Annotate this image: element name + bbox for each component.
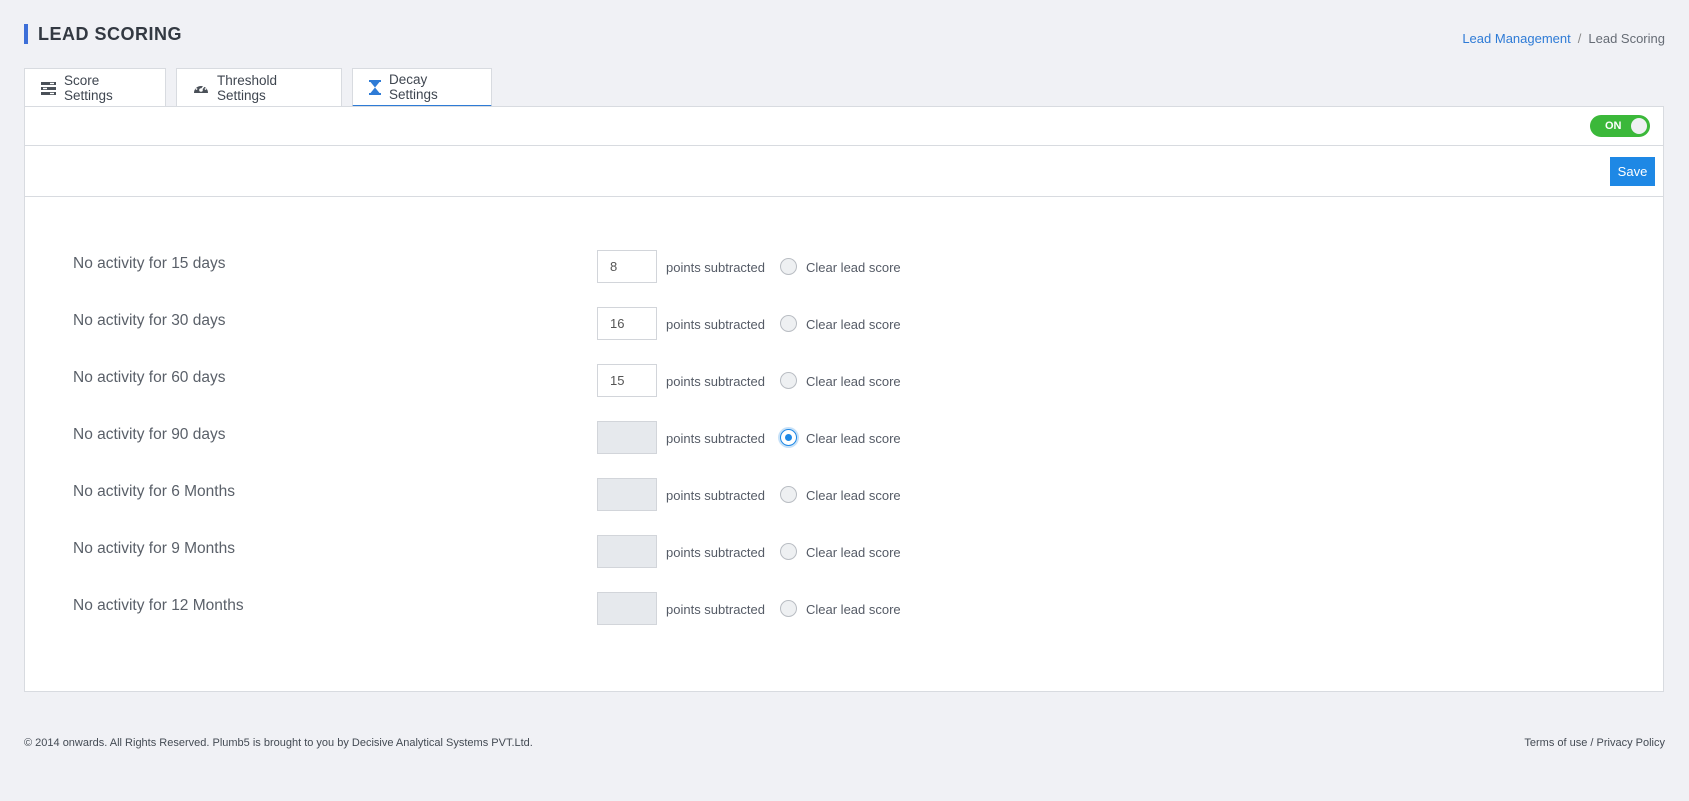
settings-tabs: Score Settings Threshold Settings Decay …: [24, 68, 502, 107]
rule-label: No activity for 60 days: [73, 369, 226, 386]
clear-lead-score-radio[interactable]: [780, 600, 797, 617]
clear-lead-score-label[interactable]: Clear lead score: [806, 545, 901, 560]
points-subtracted-label: points subtracted: [666, 545, 766, 560]
decay-enabled-toggle[interactable]: ON: [1590, 115, 1650, 137]
points-subtracted-label: points subtracted: [666, 488, 766, 503]
clear-lead-score-radio[interactable]: [780, 315, 797, 332]
hourglass-icon: [369, 79, 381, 95]
points-input[interactable]: [597, 307, 657, 340]
clear-lead-score-label[interactable]: Clear lead score: [806, 260, 901, 275]
tab-label: Threshold Settings: [217, 73, 278, 103]
terms-of-use-link[interactable]: Terms of use: [1524, 737, 1587, 749]
list-settings-icon: [41, 81, 56, 95]
save-button[interactable]: Save: [1610, 157, 1655, 186]
clear-lead-score-label[interactable]: Clear lead score: [806, 431, 901, 446]
decay-rule-row: No activity for 15 days points subtracte…: [25, 250, 1663, 284]
breadcrumb: Lead Management / Lead Scoring: [1462, 31, 1665, 47]
decay-rule-row: No activity for 12 Months points subtrac…: [25, 592, 1663, 626]
points-input[interactable]: [597, 592, 657, 625]
privacy-policy-link[interactable]: Privacy Policy: [1597, 737, 1665, 749]
points-subtracted-label: points subtracted: [666, 431, 766, 446]
rule-label: No activity for 12 Months: [73, 597, 244, 614]
points-subtracted-label: points subtracted: [666, 374, 766, 389]
clear-lead-score-label[interactable]: Clear lead score: [806, 317, 901, 332]
footer-links: Terms of use / Privacy Policy: [1524, 736, 1665, 750]
toggle-bar: ON: [25, 107, 1663, 146]
clear-lead-score-radio[interactable]: [780, 486, 797, 503]
clear-lead-score-radio[interactable]: [780, 429, 797, 446]
points-subtracted-label: points subtracted: [666, 317, 766, 332]
tab-threshold-settings[interactable]: Threshold Settings: [176, 68, 342, 107]
rule-label: No activity for 6 Months: [73, 483, 235, 500]
rule-label: No activity for 9 Months: [73, 540, 235, 557]
page-header: LEAD SCORING Lead Management / Lead Scorin…: [24, 22, 1665, 52]
clear-lead-score-label[interactable]: Clear lead score: [806, 602, 901, 617]
decay-rule-row: No activity for 60 days points subtracte…: [25, 364, 1663, 398]
page-title: LEAD SCORING: [24, 24, 182, 44]
decay-rule-row: No activity for 90 days points subtracte…: [25, 421, 1663, 455]
breadcrumb-lead-management-link[interactable]: Lead Management: [1462, 31, 1570, 46]
toggle-label: ON: [1605, 120, 1622, 132]
clear-lead-score-label[interactable]: Clear lead score: [806, 374, 901, 389]
clear-lead-score-radio[interactable]: [780, 543, 797, 560]
rule-label: No activity for 30 days: [73, 312, 226, 329]
rule-label: No activity for 90 days: [73, 426, 226, 443]
save-bar: Save: [25, 146, 1663, 197]
points-subtracted-label: points subtracted: [666, 602, 766, 617]
clear-lead-score-label[interactable]: Clear lead score: [806, 488, 901, 503]
decay-settings-panel: ON Save No activity for 15 days points s…: [24, 106, 1664, 692]
tab-label: Score Settings: [64, 73, 113, 103]
breadcrumb-current: Lead Scoring: [1588, 31, 1665, 46]
points-input[interactable]: [597, 421, 657, 454]
points-input[interactable]: [597, 364, 657, 397]
decay-rule-row: No activity for 6 Months points subtract…: [25, 478, 1663, 512]
toggle-knob: [1631, 118, 1647, 134]
points-input[interactable]: [597, 250, 657, 283]
speedometer-icon: [193, 81, 209, 95]
tab-score-settings[interactable]: Score Settings: [24, 68, 166, 107]
footer-separator: /: [1590, 737, 1594, 749]
rule-label: No activity for 15 days: [73, 255, 226, 272]
tab-label: Decay Settings: [389, 72, 438, 102]
footer-copyright: © 2014 onwards. All Rights Reserved. Plu…: [24, 737, 533, 749]
points-input[interactable]: [597, 535, 657, 568]
points-subtracted-label: points subtracted: [666, 260, 766, 275]
decay-rule-row: No activity for 30 days points subtracte…: [25, 307, 1663, 341]
clear-lead-score-radio[interactable]: [780, 258, 797, 275]
tab-decay-settings[interactable]: Decay Settings: [352, 68, 492, 107]
points-input[interactable]: [597, 478, 657, 511]
decay-rule-row: No activity for 9 Months points subtract…: [25, 535, 1663, 569]
clear-lead-score-radio[interactable]: [780, 372, 797, 389]
breadcrumb-separator: /: [1577, 31, 1582, 46]
